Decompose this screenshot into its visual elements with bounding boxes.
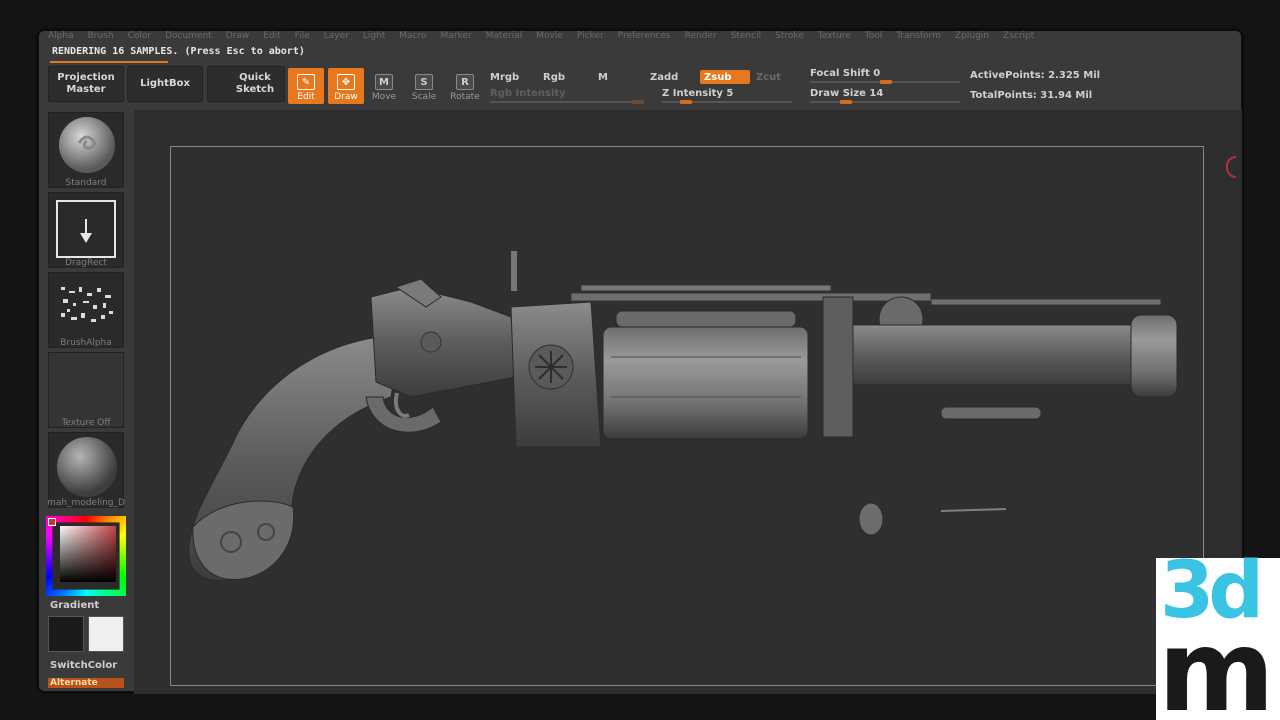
m-button[interactable]: M xyxy=(594,70,612,84)
mrgb-button[interactable]: Mrgb xyxy=(486,70,523,84)
rgb-intensity-label: Rgb Intensity xyxy=(490,88,566,99)
rgb-intensity-slider[interactable] xyxy=(490,101,644,103)
edit-button[interactable]: ✎ Edit xyxy=(288,68,324,104)
color-picker[interactable] xyxy=(46,516,126,596)
menu-item-tool[interactable]: Tool xyxy=(865,31,882,41)
menu-bar: Alpha Brush Color Document Draw Edit File Layer… xyxy=(36,28,1244,44)
rotate-label: Rotate xyxy=(450,92,480,102)
z-intensity-label: Z Intensity 5 xyxy=(662,88,734,99)
material-label: mah_modeling_D xyxy=(47,498,125,508)
menu-item-light[interactable]: Light xyxy=(363,31,385,41)
menu-item-alpha[interactable]: Alpha xyxy=(48,31,74,41)
menu-item-texture[interactable]: Texture xyxy=(818,31,851,41)
menu-item-render[interactable]: Render xyxy=(685,31,717,41)
alpha-label: BrushAlpha xyxy=(60,338,112,348)
menu-item-material[interactable]: Material xyxy=(486,31,523,41)
color-indicator xyxy=(48,518,56,526)
gradient-label[interactable]: Gradient xyxy=(50,600,99,611)
menu-item-stencil[interactable]: Stencil xyxy=(731,31,761,41)
brush-slot[interactable] xyxy=(48,112,124,188)
stroke-slot[interactable] xyxy=(48,192,124,268)
move-button[interactable]: M Move xyxy=(366,68,402,104)
logo-m-text: m xyxy=(1158,607,1275,720)
menu-item-movie[interactable]: Movie xyxy=(536,31,563,41)
draw-size-knob[interactable] xyxy=(840,100,852,104)
switch-color-button[interactable]: SwitchColor xyxy=(50,660,117,671)
menu-item-zplugin[interactable]: Zplugin xyxy=(955,31,989,41)
main-color-swatch[interactable] xyxy=(48,616,84,652)
menu-item-brush[interactable]: Brush xyxy=(88,31,114,41)
brush-label: Standard xyxy=(65,178,107,188)
menu-item-preferences[interactable]: Preferences xyxy=(618,31,671,41)
draw-size-label: Draw Size 14 xyxy=(810,88,884,99)
quick-sketch-label: Quick Sketch xyxy=(235,72,275,95)
menu-item-layer[interactable]: Layer xyxy=(324,31,349,41)
rotate-button[interactable]: R Rotate xyxy=(447,68,483,104)
menu-item-draw[interactable]: Draw xyxy=(226,31,250,41)
draw-button[interactable]: ✥ Draw xyxy=(328,68,364,104)
alternate-button[interactable]: Alternate xyxy=(48,678,124,688)
rgb-intensity-knob[interactable] xyxy=(632,100,644,104)
zbrush-window: Alpha Brush Color Document Draw Edit File Layer… xyxy=(36,28,1244,694)
menu-item-picker[interactable]: Picker xyxy=(577,31,604,41)
menu-item-edit[interactable]: Edit xyxy=(263,31,280,41)
rotate-icon: R xyxy=(456,74,474,90)
saturation-value-square[interactable] xyxy=(60,526,116,582)
edit-label: Edit xyxy=(297,92,315,102)
menu-item-transform[interactable]: Transform xyxy=(896,31,941,41)
alpha-slot[interactable] xyxy=(48,272,124,348)
active-points: ActivePoints: 2.325 Mil xyxy=(970,70,1101,81)
menu-item-stroke[interactable]: Stroke xyxy=(775,31,804,41)
top-toolbar: Projection Master LightBox Quick Sketch … xyxy=(36,66,1244,110)
edit-icon: ✎ xyxy=(297,74,315,90)
menu-item-color[interactable]: Color xyxy=(128,31,152,41)
draw-size-slider[interactable] xyxy=(810,101,960,103)
stroke-label: DragRect xyxy=(65,258,107,268)
render-status: RENDERING 16 SAMPLES. (Press Esc to abor… xyxy=(52,46,305,57)
menu-item-marker[interactable]: Marker xyxy=(441,31,472,41)
menu-item-zscript[interactable]: Zscript xyxy=(1003,31,1034,41)
scale-label: Scale xyxy=(411,92,437,102)
z-intensity-knob[interactable] xyxy=(680,100,692,104)
scale-button[interactable]: S Scale xyxy=(406,68,442,104)
draw-label: Draw xyxy=(334,92,358,102)
canvas-frame xyxy=(170,146,1204,686)
zsub-button[interactable]: Zsub xyxy=(700,70,750,84)
focal-shift-knob[interactable] xyxy=(880,80,892,84)
render-progress-bar xyxy=(50,61,168,63)
revolver-model[interactable] xyxy=(171,147,1205,687)
document-canvas[interactable] xyxy=(134,110,1242,694)
texture-label: Texture Off xyxy=(61,418,111,428)
quick-sketch-button[interactable]: Quick Sketch xyxy=(207,66,285,102)
lightbox-button[interactable]: LightBox xyxy=(127,66,203,102)
zcut-button[interactable]: Zcut xyxy=(752,70,785,84)
scale-icon: S xyxy=(415,74,433,90)
zadd-button[interactable]: Zadd xyxy=(646,70,682,84)
material-slot[interactable] xyxy=(48,432,124,508)
left-shelf: Standard DragRect BrushAlpha Texture Off xyxy=(46,110,126,694)
projection-master-button[interactable]: Projection Master xyxy=(48,66,124,102)
move-icon: M xyxy=(375,74,393,90)
menu-item-macro[interactable]: Macro xyxy=(399,31,426,41)
texture-slot[interactable] xyxy=(48,352,124,428)
secondary-color-swatch[interactable] xyxy=(88,616,124,652)
menu-item-file[interactable]: File xyxy=(295,31,310,41)
draw-icon: ✥ xyxy=(337,74,355,90)
focal-shift-label: Focal Shift 0 xyxy=(810,68,881,79)
menu-item-document[interactable]: Document xyxy=(165,31,212,41)
move-label: Move xyxy=(371,92,397,102)
rgb-button[interactable]: Rgb xyxy=(539,70,569,84)
total-points: TotalPoints: 31.94 Mil xyxy=(970,90,1093,101)
